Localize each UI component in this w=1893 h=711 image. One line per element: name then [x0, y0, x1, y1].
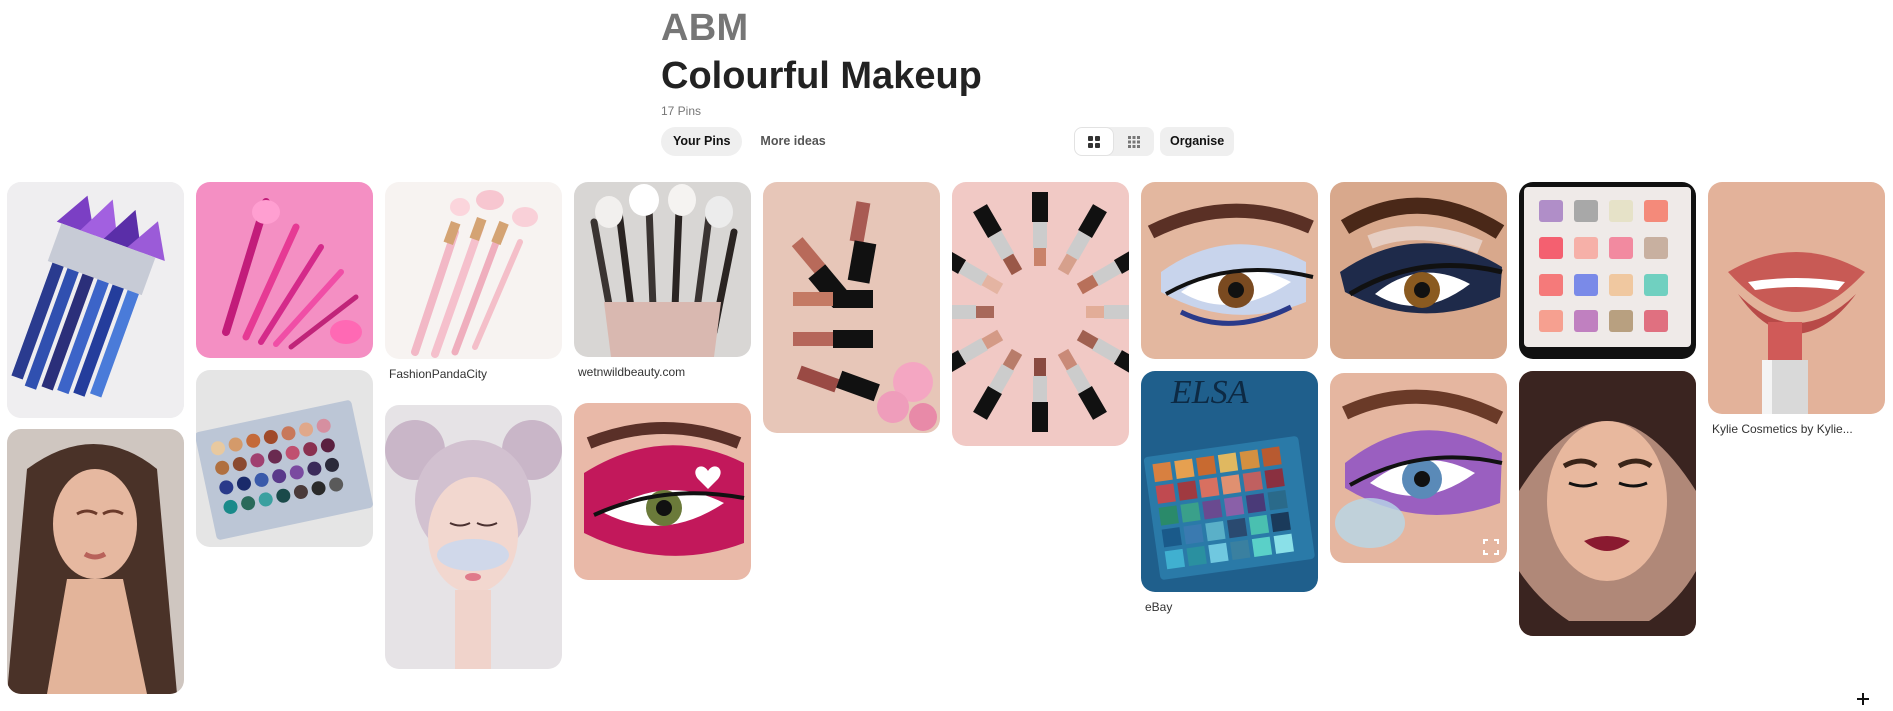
- pin-source[interactable]: wetnwildbeauty.com: [578, 365, 685, 379]
- pin-image: [1519, 182, 1696, 359]
- pin-image: [1330, 182, 1507, 359]
- pin-image: [1141, 182, 1318, 359]
- expand-icon[interactable]: [1483, 539, 1499, 555]
- pin-image: [196, 370, 373, 547]
- pin-image: [574, 182, 751, 357]
- pin-image: [1519, 371, 1696, 636]
- pin-image: [385, 182, 562, 359]
- pin-image: ELSA: [1141, 371, 1318, 592]
- add-pin-button[interactable]: [1852, 688, 1874, 710]
- pin-woman-dark-lips[interactable]: [1519, 371, 1696, 636]
- pin-purple-brushes[interactable]: [7, 182, 184, 418]
- pin-image: [1330, 373, 1507, 563]
- pin-glitter-brushes[interactable]: [385, 182, 562, 359]
- pin-red-lips[interactable]: [1708, 182, 1885, 414]
- pin-image: [763, 182, 940, 433]
- pin-image: [7, 182, 184, 418]
- pin-image: [574, 403, 751, 580]
- pin-lipsticks-fan[interactable]: [763, 182, 940, 433]
- pin-source[interactable]: eBay: [1145, 600, 1172, 614]
- pin-lipsticks-circle[interactable]: [952, 182, 1129, 446]
- pin-elsa-palette[interactable]: ELSA: [1141, 371, 1318, 592]
- pin-smoky-eye[interactable]: [1330, 182, 1507, 359]
- pin-portrait-woman[interactable]: [7, 429, 184, 694]
- pin-source[interactable]: Kylie Cosmetics by Kylie...: [1712, 422, 1853, 436]
- pin-image: [385, 405, 562, 669]
- pin-blue-eye[interactable]: [1141, 182, 1318, 359]
- pin-image: [952, 182, 1129, 446]
- svg-text:ELSA: ELSA: [1170, 374, 1249, 411]
- pin-image: [196, 182, 373, 358]
- pin-heart-eye[interactable]: [574, 403, 751, 580]
- pin-pink-brushes[interactable]: [196, 182, 373, 358]
- pin-image: [7, 429, 184, 694]
- plus-icon: [1857, 693, 1869, 705]
- pin-glitter-eye[interactable]: [1330, 373, 1507, 563]
- pin-brush-cup[interactable]: [574, 182, 751, 357]
- pin-pastel-palette[interactable]: [1519, 182, 1696, 359]
- pin-source[interactable]: FashionPandaCity: [389, 367, 487, 381]
- pin-jaclyn-palette[interactable]: [196, 370, 373, 547]
- pin-image: [1708, 182, 1885, 414]
- pin-grid: FashionPandaCity wetnwildbeauty.com ELSA…: [0, 0, 1893, 711]
- pin-pastel-face[interactable]: [385, 405, 562, 669]
